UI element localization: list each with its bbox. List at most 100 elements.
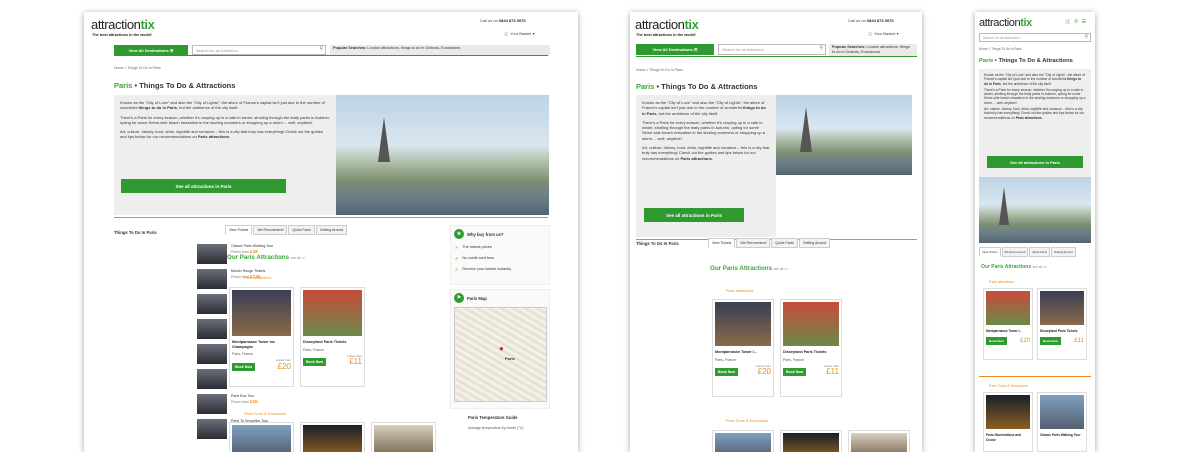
attraction-card[interactable]: Montparnasse Tower I... Paris, France Bo… xyxy=(712,299,774,397)
hero-image xyxy=(776,95,912,175)
breadcrumb[interactable]: Home > Things To Do In Paris xyxy=(979,47,1022,51)
basket-link[interactable]: 🛒 Your Basket ▾ xyxy=(868,31,899,36)
basket-icon[interactable]: 🛒 xyxy=(1065,19,1074,25)
sidebar-item-price: Prices from £15 xyxy=(231,399,258,404)
tab-quick-facts[interactable]: Quick Facts xyxy=(1029,247,1051,257)
sidebar-title: Things To Do In Paris xyxy=(636,241,679,246)
intro-paragraph: Art, culture, history, food, drink, nigh… xyxy=(120,129,323,140)
page-title: Paris • Things To Do & Attractions xyxy=(636,82,758,91)
see-all-attractions-button[interactable]: See all attractions in Paris xyxy=(987,156,1083,168)
tab-view-tickets[interactable]: View Tickets xyxy=(979,247,1001,257)
tab-view-tickets[interactable]: View Tickets xyxy=(225,225,253,235)
card-title[interactable]: Classic Paris Walking Tour xyxy=(1040,433,1084,438)
intro-paragraph: Known as the "City of Love" and also the… xyxy=(120,100,325,111)
attraction-image xyxy=(715,302,771,346)
all-destinations-button[interactable]: View All Destinations ☰ xyxy=(114,45,188,55)
tour-card[interactable] xyxy=(229,422,294,452)
tour-card[interactable]: Classic Paris Walking Tour xyxy=(1037,392,1087,452)
check-icon: ✔ xyxy=(455,246,459,250)
book-now-button[interactable]: Book Now xyxy=(715,368,739,377)
card-title[interactable]: Disneyland Paris Tickets xyxy=(1040,329,1084,334)
why-item: ✔ The lowest prices xyxy=(455,245,492,250)
site-logo[interactable]: attractiontix xyxy=(91,17,155,32)
all-destinations-button[interactable]: View All Destinations ☰ xyxy=(636,44,714,55)
intro-paragraph: Known as the "City of Love" and also the… xyxy=(984,73,1085,86)
attraction-card[interactable]: Montparnasse Tower Inc Champagne Paris, … xyxy=(229,287,294,387)
tab-we-recommend[interactable]: We Recommend xyxy=(736,238,771,248)
attraction-card[interactable]: Disneyland Paris Tickets Book Now £11 xyxy=(1037,288,1087,360)
tab-getting-around[interactable]: Getting Around xyxy=(1051,247,1076,257)
search-icon[interactable]: ⚲ xyxy=(819,45,823,51)
breadcrumb[interactable]: Home > Things To Do In Paris xyxy=(636,68,683,72)
tab-getting-around[interactable]: Getting Around xyxy=(798,238,831,248)
tab-we-recommend[interactable]: We Recommend xyxy=(1001,247,1029,257)
see-all-attractions-button[interactable]: See all attractions in Paris xyxy=(644,208,744,222)
card-title[interactable]: Paris Illuminations and Cruise xyxy=(986,433,1030,442)
tours-subheading: Paris Tours & Excursions xyxy=(244,412,287,416)
attraction-card[interactable]: Disneyland Paris Tickets Paris, France B… xyxy=(300,287,365,387)
search-input[interactable]: Search for an Attraction ⚲ xyxy=(192,45,326,55)
intro-paragraph: There's a Paris for every season, whethe… xyxy=(984,87,1086,105)
tab-getting-around[interactable]: Getting Around xyxy=(315,225,348,235)
card-title[interactable]: Montparnasse Tower I... xyxy=(986,329,1030,334)
tab-we-recommend[interactable]: We Recommend xyxy=(253,225,288,235)
tour-card[interactable] xyxy=(300,422,365,452)
mobile-view: attractiontix 🛒✆☰ Search for an Attracti… xyxy=(975,12,1095,452)
menu-icon[interactable]: ☰ xyxy=(1081,19,1088,25)
intro-paragraph: Known as the "City of Love" and also the… xyxy=(642,100,766,116)
tab-view-tickets[interactable]: View Tickets xyxy=(708,238,736,248)
search-icon[interactable]: ⚲ xyxy=(319,46,323,52)
map-pin-icon: ⚑ xyxy=(454,293,464,303)
card-title[interactable]: Montparnasse Tower I... xyxy=(715,350,771,355)
book-now-button[interactable]: Book Now xyxy=(303,358,327,367)
see-all-link[interactable]: see all >> xyxy=(1033,265,1047,269)
site-logo[interactable]: attractiontix xyxy=(635,17,699,32)
card-title[interactable]: Disneyland Paris Tickets xyxy=(303,340,362,345)
hero-image xyxy=(336,95,549,215)
tour-card[interactable] xyxy=(780,430,842,452)
intro-paragraph: Art, culture, history, food, drink, nigh… xyxy=(984,107,1085,120)
card-title[interactable]: Montparnasse Tower Inc Champagne xyxy=(232,340,291,349)
card-price: £20 xyxy=(1019,337,1030,344)
card-location: Paris, France xyxy=(783,357,804,362)
tab-bar: View Tickets We Recommend Quick Facts Getti… xyxy=(979,247,1076,257)
search-input[interactable]: Search for an Attraction ⚲ xyxy=(979,33,1091,42)
see-all-link[interactable]: see all >> xyxy=(291,256,305,260)
book-now-button[interactable]: Book Now xyxy=(783,368,807,377)
tour-image xyxy=(1040,395,1084,429)
tour-card[interactable] xyxy=(712,430,774,452)
page-title: Paris • Things To Do & Attractions xyxy=(114,81,236,90)
sidebar-thumbnail xyxy=(197,294,227,314)
tab-quick-facts[interactable]: Quick Facts xyxy=(771,238,798,248)
site-logo[interactable]: attractiontix xyxy=(979,17,1032,29)
tour-image xyxy=(374,425,433,452)
attractions-subheading: Paris attractions xyxy=(726,289,754,293)
search-input[interactable]: Search for an Attraction ⚲ xyxy=(718,44,826,55)
attraction-card[interactable]: Montparnasse Tower I... Book Now £20 xyxy=(983,288,1033,360)
tour-image xyxy=(986,395,1030,429)
tour-card[interactable] xyxy=(848,430,910,452)
why-item: ✔ Receive your tickets instantly xyxy=(455,267,512,272)
desktop-view: attractiontix The best attractions in th… xyxy=(84,12,578,452)
book-now-button[interactable]: Book Now xyxy=(1040,336,1061,345)
sidebar-thumbnail xyxy=(197,319,227,339)
basket-link[interactable]: 🛒 Your Basket ▾ xyxy=(504,31,535,36)
see-all-attractions-button[interactable]: See all attractions in Paris xyxy=(121,179,286,193)
breadcrumb[interactable]: Home > Things To Do In Paris xyxy=(114,66,161,70)
why-buy-panel: ★ Why buy from us? ✔ The lowest prices ✔ No … xyxy=(450,225,550,285)
tour-card[interactable]: Paris Illuminations and Cruise xyxy=(983,392,1033,452)
tab-quick-facts[interactable]: Quick Facts xyxy=(288,225,315,235)
see-all-link[interactable]: see all >> xyxy=(774,267,788,271)
tour-card[interactable] xyxy=(371,422,436,452)
book-now-button[interactable]: Book Now xyxy=(232,362,256,371)
sidebar-list-item[interactable]: Paris Bus Tour Prices from £15 xyxy=(197,394,258,414)
attractions-heading: Our Paris Attractions see all >> xyxy=(981,264,1047,270)
attractions-subheading: Paris attractions xyxy=(989,280,1015,284)
attraction-card[interactable]: Disneyland Paris Tickets Paris, France B… xyxy=(780,299,842,397)
card-title[interactable]: Disneyland Paris Tickets xyxy=(783,350,839,355)
book-now-button[interactable]: Book Now xyxy=(986,336,1007,345)
attraction-image xyxy=(783,302,839,346)
card-price: prices from £11 xyxy=(347,353,362,367)
paris-map[interactable]: ● Paris xyxy=(454,307,547,402)
search-icon[interactable]: ⚲ xyxy=(1084,34,1088,40)
